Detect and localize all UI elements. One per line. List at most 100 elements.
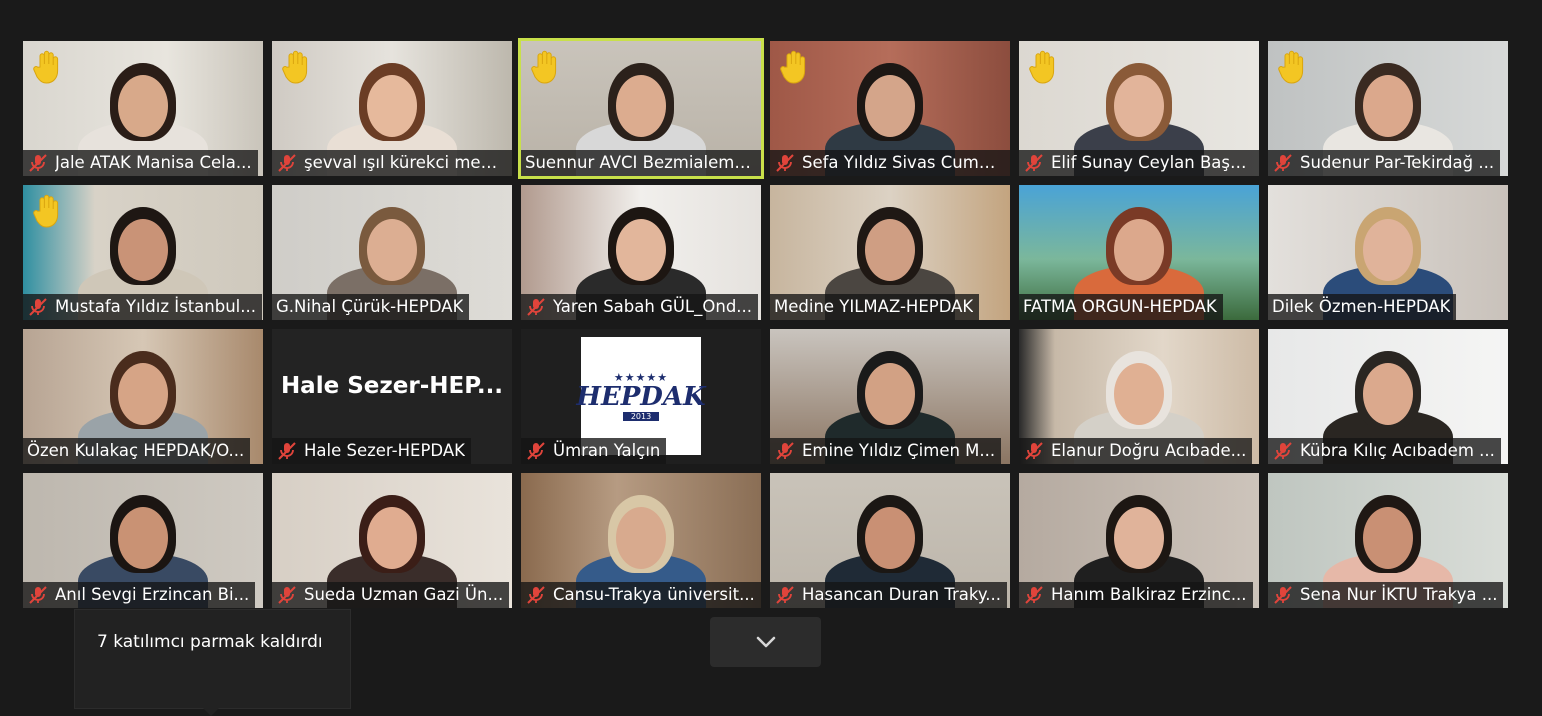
participant-tile[interactable]: Sefa Yıldız Sivas Cumh... — [770, 41, 1010, 176]
participant-name: Medine YILMAZ-HEPDAK — [774, 297, 974, 316]
participant-tile[interactable]: Jale ATAK Manisa Cela... — [23, 41, 263, 176]
person-face — [616, 219, 666, 281]
person-face — [616, 507, 666, 569]
person-face — [118, 507, 168, 569]
participant-tile[interactable]: Anıl Sevgi Erzincan Bi... — [23, 473, 263, 608]
participant-name-label: Suennur AVCI Bezmialem ... — [521, 150, 761, 176]
muted-mic-icon — [776, 442, 794, 460]
participant-name: Sudenur Par-Tekirdağ ... — [1300, 153, 1495, 172]
muted-mic-icon — [776, 586, 794, 604]
person-face — [1114, 363, 1164, 425]
participant-name-label: Mustafa Yıldız İstanbul... — [23, 294, 262, 320]
participant-name-label: Kübra Kılıç Acıbadem ... — [1268, 438, 1501, 464]
participant-tile[interactable]: Yaren Sabah GÜL_Ond... — [521, 185, 761, 320]
participant-tile[interactable]: Sena Nur İKTU Trakya ... — [1268, 473, 1508, 608]
raised-hand-icon — [1278, 50, 1304, 84]
person-face — [865, 219, 915, 281]
person-face — [118, 219, 168, 281]
participant-name: Ümran Yalçın — [553, 441, 661, 460]
person-face — [1363, 219, 1413, 281]
participant-name-label: FATMA ORGUN-HEPDAK — [1019, 294, 1223, 320]
participant-name: Sueda Uzman Gazi Ün... — [304, 585, 504, 604]
participant-tile[interactable]: Emine Yıldız Çimen M... — [770, 329, 1010, 464]
person-face — [616, 75, 666, 137]
participant-tile[interactable]: şevval ışıl kürekci medi... — [272, 41, 512, 176]
participant-name: Sefa Yıldız Sivas Cumh... — [802, 153, 1004, 172]
participant-tile[interactable]: Suennur AVCI Bezmialem ... — [518, 38, 764, 179]
participant-tile[interactable]: Elif Sunay Ceylan Başk... — [1019, 41, 1259, 176]
participant-tile[interactable]: Dilek Özmen-HEPDAK — [1268, 185, 1508, 320]
participant-name: Emine Yıldız Çimen M... — [802, 441, 996, 460]
participant-name: Hasancan Duran Traky... — [802, 585, 1001, 604]
participant-name-label: Sena Nur İKTU Trakya ... — [1268, 582, 1504, 608]
participant-tile[interactable]: Medine YILMAZ-HEPDAK — [770, 185, 1010, 320]
participant-tile[interactable]: ★★★★★ HEPDAK 2013 Ümran Yalçın — [521, 329, 761, 464]
person-face — [1363, 507, 1413, 569]
muted-mic-icon — [1025, 442, 1043, 460]
participant-tile[interactable]: Hasancan Duran Traky... — [770, 473, 1010, 608]
muted-mic-icon — [1025, 586, 1043, 604]
muted-mic-icon — [1274, 586, 1292, 604]
person-face — [1363, 363, 1413, 425]
muted-mic-icon — [278, 442, 296, 460]
raised-hand-icon — [531, 50, 557, 84]
raised-hands-tooltip: 7 katılımcı parmak kaldırdı — [74, 609, 351, 716]
person-face — [865, 75, 915, 137]
participant-name: Jale ATAK Manisa Cela... — [55, 153, 252, 172]
participant-name-label: Elanur Doğru Acıbade... — [1019, 438, 1253, 464]
participant-tile[interactable]: FATMA ORGUN-HEPDAK — [1019, 185, 1259, 320]
participant-tile[interactable]: G.Nihal Çürük-HEPDAK — [272, 185, 512, 320]
participant-name: G.Nihal Çürük-HEPDAK — [276, 297, 464, 316]
participant-name: Elanur Doğru Acıbade... — [1051, 441, 1247, 460]
person-face — [367, 507, 417, 569]
participant-name-label: şevval ışıl kürekci medi... — [272, 150, 512, 176]
muted-mic-icon — [527, 298, 545, 316]
participant-name: Anıl Sevgi Erzincan Bi... — [55, 585, 250, 604]
participant-name-label: Cansu-Trakya üniversit... — [521, 582, 761, 608]
participant-tile[interactable]: Cansu-Trakya üniversit... — [521, 473, 761, 608]
participant-name: Cansu-Trakya üniversit... — [553, 585, 755, 604]
participant-tile[interactable]: Hanım Balkiraz Erzinc... — [1019, 473, 1259, 608]
person-face — [118, 363, 168, 425]
person-face — [1114, 219, 1164, 281]
participant-name-label: Elif Sunay Ceylan Başk... — [1019, 150, 1259, 176]
muted-mic-icon — [1274, 154, 1292, 172]
participant-tile[interactable]: Hale Sezer-HEP... Hale Sezer-HEPDAK — [272, 329, 512, 464]
participant-tile[interactable]: Mustafa Yıldız İstanbul... — [23, 185, 263, 320]
participant-tile[interactable]: Kübra Kılıç Acıbadem ... — [1268, 329, 1508, 464]
person-face — [1114, 75, 1164, 137]
participant-display-name: Hale Sezer-HEP... — [280, 373, 504, 399]
tooltip-text: 7 katılımcı parmak kaldırdı — [97, 632, 323, 652]
participant-name: Hale Sezer-HEPDAK — [304, 441, 465, 460]
muted-mic-icon — [278, 154, 296, 172]
participant-name: Mustafa Yıldız İstanbul... — [55, 297, 256, 316]
participant-name-label: Anıl Sevgi Erzincan Bi... — [23, 582, 256, 608]
participant-name: Yaren Sabah GÜL_Ond... — [553, 297, 753, 316]
participant-tile[interactable]: Sueda Uzman Gazi Ün... — [272, 473, 512, 608]
participant-tile[interactable]: Özen Kulakaç HEPDAK/O... — [23, 329, 263, 464]
person-face — [865, 507, 915, 569]
participant-name-label: Sudenur Par-Tekirdağ ... — [1268, 150, 1501, 176]
participant-name-label: Hasancan Duran Traky... — [770, 582, 1007, 608]
muted-mic-icon — [776, 154, 794, 172]
participant-name-label: Ümran Yalçın — [521, 438, 667, 464]
participant-name: şevval ışıl kürekci medi... — [304, 153, 506, 172]
participant-name-label: Dilek Özmen-HEPDAK — [1268, 294, 1457, 320]
raised-hand-icon — [33, 194, 59, 228]
participant-name-label: Sueda Uzman Gazi Ün... — [272, 582, 510, 608]
muted-mic-icon — [29, 586, 47, 604]
participant-tile[interactable]: Sudenur Par-Tekirdağ ... — [1268, 41, 1508, 176]
participant-name: Suennur AVCI Bezmialem ... — [525, 153, 755, 172]
participant-name: Özen Kulakaç HEPDAK/O... — [27, 441, 245, 460]
participant-name-label: Özen Kulakaç HEPDAK/O... — [23, 438, 251, 464]
person-face — [1363, 75, 1413, 137]
raised-hand-icon — [1029, 50, 1055, 84]
muted-mic-icon — [1025, 154, 1043, 172]
logo-word: HEPDAK — [576, 382, 706, 412]
participant-name: Kübra Kılıç Acıbadem ... — [1300, 441, 1495, 460]
expand-grid-button[interactable] — [710, 617, 821, 667]
participant-tile[interactable]: Elanur Doğru Acıbade... — [1019, 329, 1259, 464]
raised-hand-icon — [780, 50, 806, 84]
person-face — [118, 75, 168, 137]
person-face — [865, 363, 915, 425]
